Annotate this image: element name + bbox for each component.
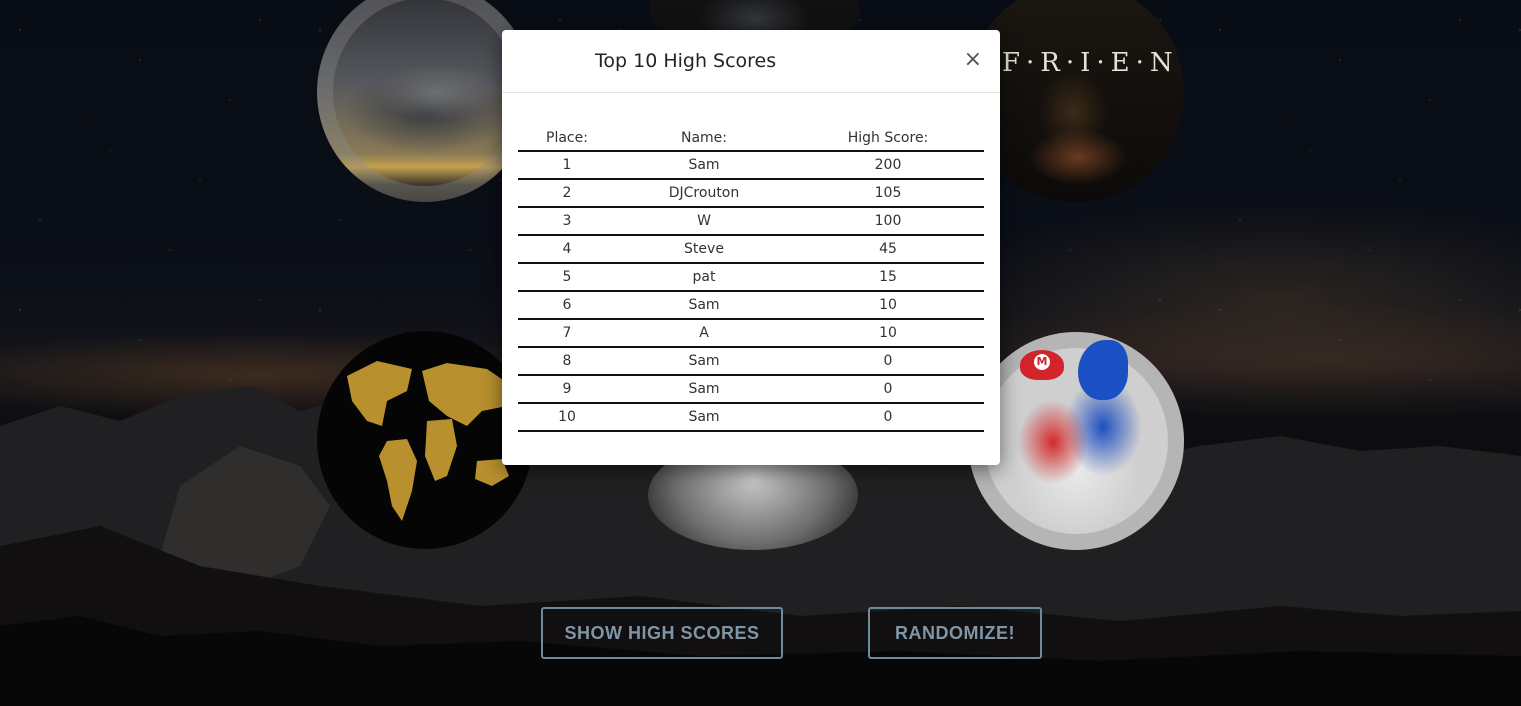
- score-cell: 10: [792, 319, 984, 348]
- name-cell: Steve: [616, 235, 792, 264]
- sonic-head-icon: [1078, 340, 1128, 400]
- score-cell: 0: [792, 375, 984, 404]
- place-cell: 9: [518, 375, 616, 404]
- score-cell: 10: [792, 291, 984, 320]
- show-high-scores-button[interactable]: SHOW HIGH SCORES: [541, 607, 783, 659]
- name-cell: Sam: [616, 291, 792, 320]
- randomize-button[interactable]: RANDOMIZE!: [868, 607, 1042, 659]
- score-cell: 0: [792, 403, 984, 432]
- name-cell: Sam: [616, 151, 792, 180]
- place-cell: 10: [518, 403, 616, 432]
- score-cell: 100: [792, 207, 984, 236]
- score-cell: 200: [792, 151, 984, 180]
- table-row: 8 Sam 0: [518, 347, 984, 376]
- place-cell: 6: [518, 291, 616, 320]
- game-page: F·R·I·E·N·D·S M SHOW HIGH SCORES RANDOMI…: [0, 0, 1521, 706]
- score-cell: 0: [792, 347, 984, 376]
- modal-header: Top 10 High Scores ×: [502, 30, 1000, 93]
- column-header-score: High Score:: [792, 126, 984, 152]
- place-cell: 7: [518, 319, 616, 348]
- close-icon[interactable]: ×: [964, 46, 982, 74]
- column-header-name: Name:: [616, 126, 792, 152]
- score-cell: 45: [792, 235, 984, 264]
- place-cell: 8: [518, 347, 616, 376]
- table-row: 5 pat 15: [518, 263, 984, 292]
- table-row: 10 Sam 0: [518, 403, 984, 432]
- table-row: 1 Sam 200: [518, 151, 984, 180]
- place-cell: 3: [518, 207, 616, 236]
- score-cell: 15: [792, 263, 984, 292]
- high-scores-modal: Top 10 High Scores × Place: Name: High S…: [502, 30, 1000, 465]
- place-cell: 2: [518, 179, 616, 208]
- place-cell: 1: [518, 151, 616, 180]
- score-cell: 105: [792, 179, 984, 208]
- column-header-place: Place:: [518, 126, 616, 152]
- table-row: 6 Sam 10: [518, 291, 984, 320]
- place-cell: 5: [518, 263, 616, 292]
- table-row: 7 A 10: [518, 319, 984, 348]
- name-cell: DJCrouton: [616, 179, 792, 208]
- table-header-row: Place: Name: High Score:: [518, 126, 984, 152]
- world-map-icon: [347, 361, 512, 521]
- name-cell: Sam: [616, 403, 792, 432]
- table-row: 4 Steve 45: [518, 235, 984, 264]
- mario-sonic-tile[interactable]: M: [968, 332, 1184, 550]
- name-cell: Sam: [616, 347, 792, 376]
- high-scores-table: Place: Name: High Score: 1 Sam 200 2 DJC…: [518, 126, 984, 432]
- table-row: 2 DJCrouton 105: [518, 179, 984, 208]
- name-cell: W: [616, 207, 792, 236]
- name-cell: pat: [616, 263, 792, 292]
- friends-logo-text: F·R·I·E·N·D·S: [1002, 48, 1184, 78]
- name-cell: A: [616, 319, 792, 348]
- world-map-tile[interactable]: [317, 331, 533, 549]
- table-row: 3 W 100: [518, 207, 984, 236]
- modal-title: Top 10 High Scores: [595, 50, 777, 72]
- table-row: 9 Sam 0: [518, 375, 984, 404]
- mario-m-icon: M: [1034, 354, 1050, 370]
- name-cell: Sam: [616, 375, 792, 404]
- place-cell: 4: [518, 235, 616, 264]
